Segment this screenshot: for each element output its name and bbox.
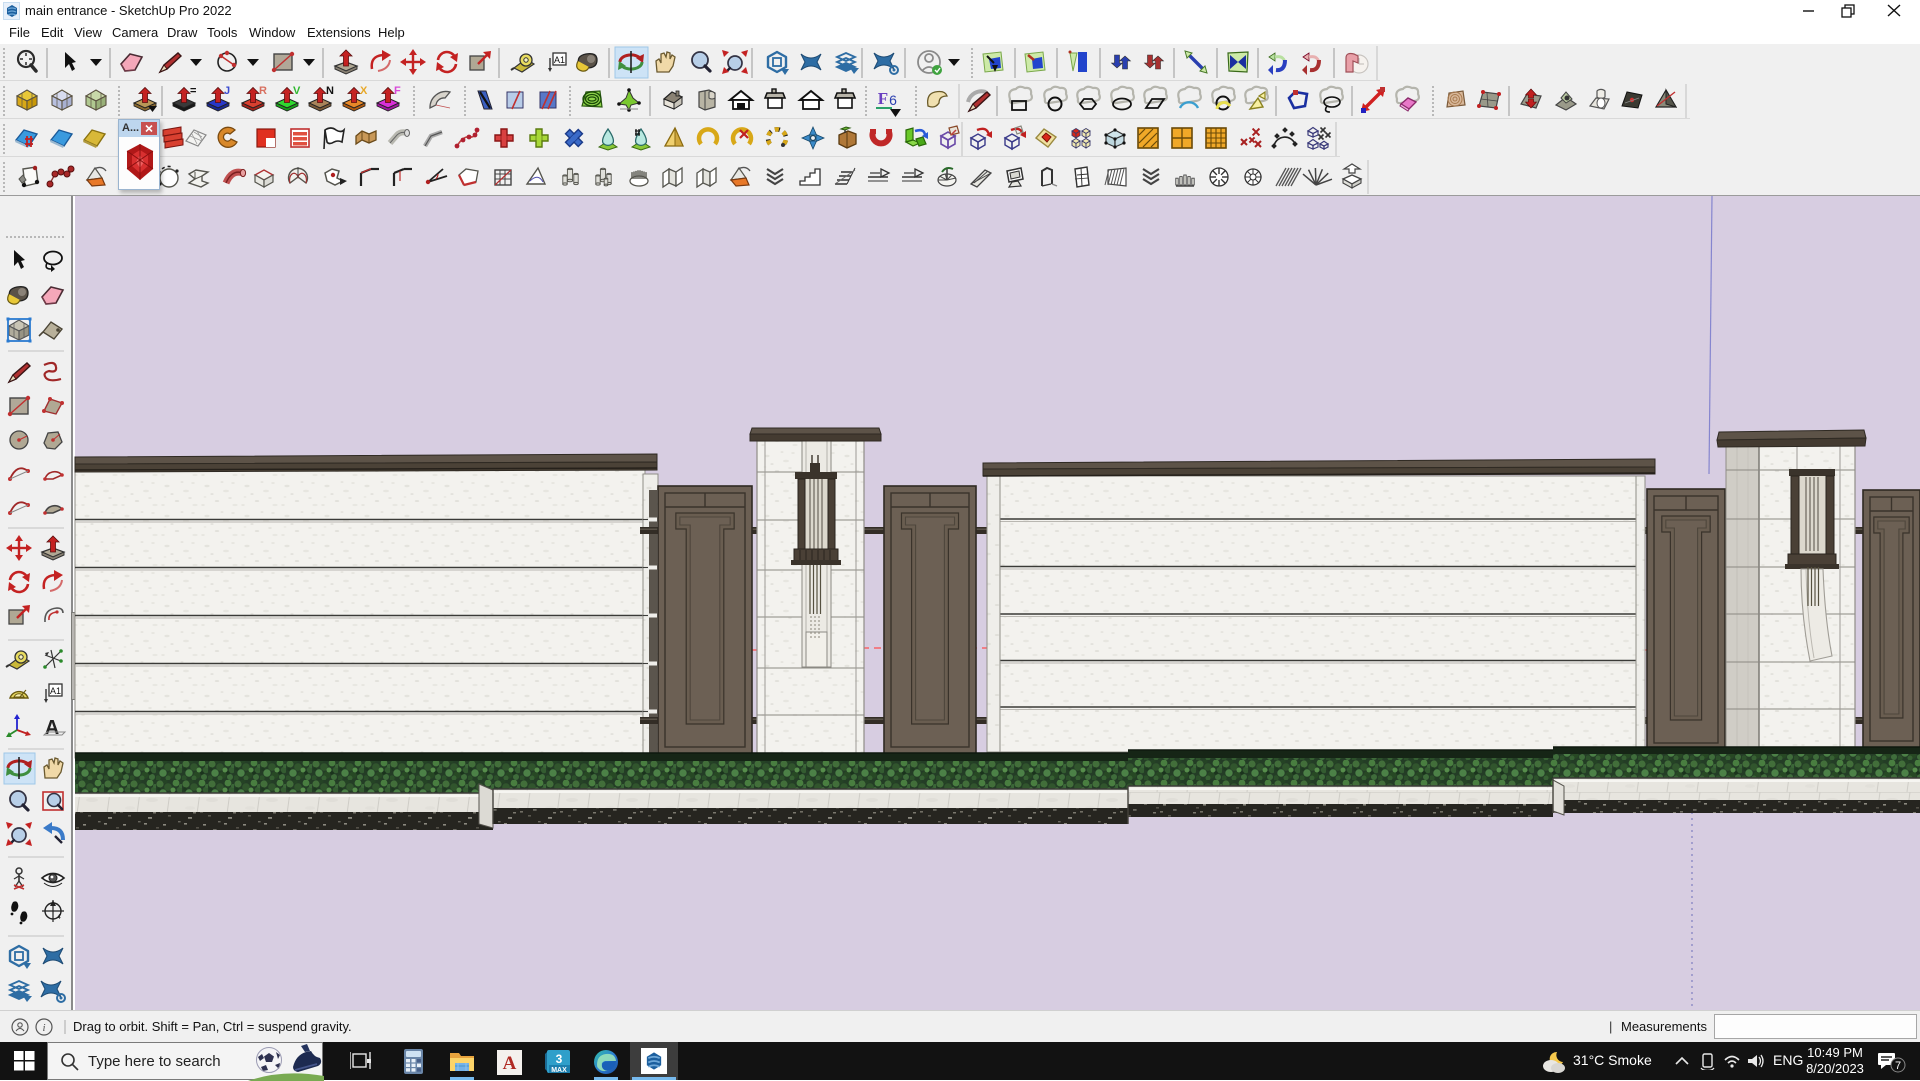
svg-text:MAX: MAX (551, 1067, 567, 1074)
svg-text:3: 3 (556, 1052, 563, 1066)
svg-text:7: 7 (1895, 1060, 1901, 1072)
svg-text:i: i (42, 1022, 45, 1034)
svg-text:A: A (503, 1053, 517, 1074)
